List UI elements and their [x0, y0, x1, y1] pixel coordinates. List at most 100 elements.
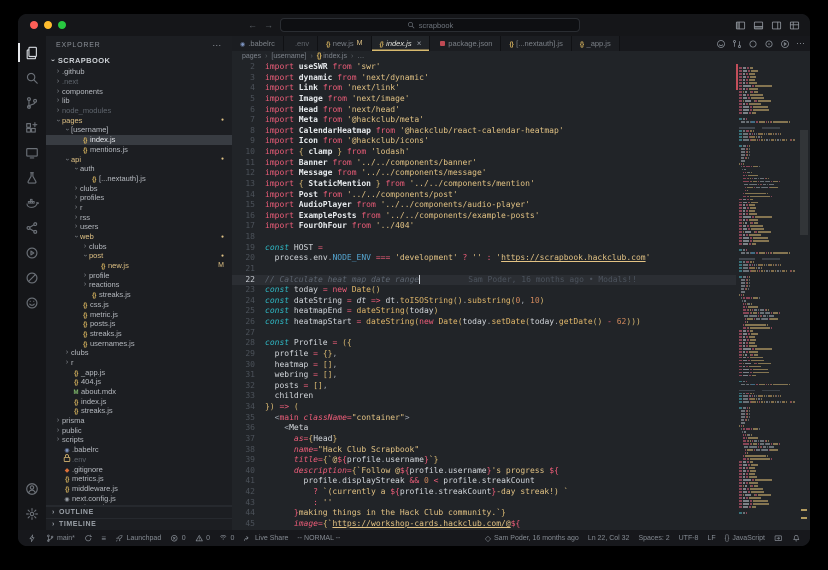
code-line[interactable]: 36 <Meta	[232, 423, 736, 434]
tree-item-api[interactable]: ›api●	[46, 154, 232, 164]
tree-item--gitignore[interactable]: ◆.gitignore	[46, 464, 232, 474]
tree-item-r[interactable]: ›r	[46, 203, 232, 213]
tab-new-js[interactable]: {}new.jsM	[318, 36, 371, 51]
code-line[interactable]: 26const heatmapStart = dateString(new Da…	[232, 317, 736, 328]
code-line[interactable]: 32 posts = [],	[232, 381, 736, 392]
compare-changes-icon[interactable]	[732, 39, 742, 49]
code-line[interactable]: 13import { StaticMention } from '../../c…	[232, 179, 736, 190]
code-line[interactable]: 43 : ''	[232, 498, 736, 509]
tree-item--env[interactable]: .env	[46, 455, 232, 465]
tab--app-js[interactable]: {}_app.js	[572, 36, 620, 51]
activity-remote-explorer[interactable]	[18, 140, 46, 165]
tree-item-profile[interactable]: ›profile	[46, 270, 232, 280]
breadcrumb-item[interactable]: [username]	[271, 53, 306, 60]
code-line[interactable]: 4import Link from 'next/link'	[232, 83, 736, 94]
tree-item-middleware-js[interactable]: {}middleware.js	[46, 484, 232, 494]
activity-record[interactable]	[18, 265, 46, 290]
tree-item-clubs[interactable]: ›clubs	[46, 348, 232, 358]
tree-item-rss[interactable]: ›rss	[46, 212, 232, 222]
tree-item-clubs[interactable]: ›clubs	[46, 241, 232, 251]
tree-item-profiles[interactable]: ›profiles	[46, 193, 232, 203]
tree-item-web[interactable]: ›web●	[46, 232, 232, 242]
status-blame[interactable]: ◇Sam Poder, 16 months ago	[485, 534, 579, 543]
breadcrumb-item[interactable]: …	[357, 53, 364, 60]
tree-item-mentions-js[interactable]: {}mentions.js	[46, 145, 232, 155]
status-vim-mode[interactable]: -- NORMAL --	[297, 535, 340, 542]
activity-source-control[interactable]	[18, 90, 46, 115]
code-line[interactable]: 8import CalendarHeatmap from '@hackclub/…	[232, 126, 736, 137]
tree-root[interactable]: › SCRAPBOOK	[46, 54, 232, 67]
tree-item-public[interactable]: ›public	[46, 425, 232, 435]
tab-index-js[interactable]: {}index.js×	[372, 36, 431, 51]
code-line[interactable]: 27	[232, 328, 736, 339]
code-line[interactable]: 20 process.env.NODE_ENV === 'development…	[232, 253, 736, 264]
code-line[interactable]: 17import FourOhFour from '../404'	[232, 221, 736, 232]
status-ports[interactable]: 0	[219, 534, 234, 543]
close-window-button[interactable]	[30, 21, 38, 29]
tree-item--app-js[interactable]: {}_app.js	[46, 367, 232, 377]
tree-item-index-js[interactable]: {}index.js	[46, 135, 232, 145]
status-warnings[interactable]: 0	[195, 534, 210, 543]
run-code-icon[interactable]	[780, 39, 790, 49]
tab--env[interactable]: .env	[284, 36, 318, 51]
tab-package-json[interactable]: package.json	[430, 36, 501, 51]
status-git-branch[interactable]: main*	[46, 534, 75, 543]
code-line[interactable]: 16import ExamplePosts from '../../compon…	[232, 211, 736, 222]
code-line[interactable]: 44 }making things in the Hack Club commu…	[232, 508, 736, 519]
activity-search[interactable]	[18, 65, 46, 90]
tree-item-new-js[interactable]: {}new.jsM	[46, 261, 232, 271]
back-icon[interactable]: ←	[248, 21, 257, 30]
code-line[interactable]: 14import Post from '../../components/pos…	[232, 190, 736, 201]
code-line[interactable]: 10import { clamp } from 'lodash'	[232, 147, 736, 158]
tree-item--next[interactable]: ›.next	[46, 77, 232, 87]
activity-account[interactable]	[18, 476, 46, 501]
activity-explorer[interactable]	[18, 40, 46, 65]
section-outline[interactable]: ›OUTLINE	[46, 506, 232, 518]
tree-item-about-mdx[interactable]: Mabout.mdx	[46, 387, 232, 397]
code-line[interactable]: 7import Meta from '@hackclub/meta'	[232, 115, 736, 126]
status-errors[interactable]: 0	[170, 534, 185, 543]
tree-item--nextauth-js[interactable]: {}[...nextauth].js	[46, 174, 232, 184]
breadcrumb-item[interactable]: pages	[242, 53, 261, 60]
activity-live-share[interactable]	[18, 240, 46, 265]
status-encoding[interactable]: UTF-8	[679, 535, 699, 542]
code-line[interactable]: 31 webring = [],	[232, 370, 736, 381]
tree-item-auth[interactable]: ›auth	[46, 164, 232, 174]
activity-extensions[interactable]	[18, 115, 46, 140]
circle-outline-icon[interactable]	[748, 39, 758, 49]
toggle-panel-icon[interactable]	[753, 20, 764, 31]
activity-testing[interactable]	[18, 165, 46, 190]
section-timeline[interactable]: ›TIMELINE	[46, 518, 232, 530]
status-screencast[interactable]	[774, 534, 783, 543]
tree-item-prisma[interactable]: ›prisma	[46, 416, 232, 426]
tab--babelrc[interactable]: ◉.babelrc	[232, 36, 284, 51]
tree-item-usernames-js[interactable]: {}usernames.js	[46, 338, 232, 348]
status-indentation[interactable]: Spaces: 2	[638, 535, 669, 542]
tree-item-streaks-js[interactable]: {}streaks.js	[46, 290, 232, 300]
minimap[interactable]	[736, 62, 798, 530]
code-line[interactable]: 29 profile = {},	[232, 349, 736, 360]
activity-graph[interactable]	[18, 215, 46, 240]
status-eol[interactable]: LF	[707, 535, 715, 542]
code-line[interactable]: 41 profile.displayStreak && 0 < profile.…	[232, 476, 736, 487]
code-line[interactable]: 45 image={`https://workshop-cards.hackcl…	[232, 519, 736, 530]
code-line[interactable]: 34}) => (	[232, 402, 736, 413]
zoom-window-button[interactable]	[58, 21, 66, 29]
tree-item-clubs[interactable]: ›clubs	[46, 183, 232, 193]
tree-item-pages[interactable]: ›pages●	[46, 115, 232, 125]
code-line[interactable]: 38 name="Hack Club Scrapbook"	[232, 445, 736, 456]
tree-item-index-js[interactable]: {}index.js	[46, 396, 232, 406]
more-actions-icon[interactable]: ⋯	[212, 40, 222, 51]
code-line[interactable]: 11import Banner from '../../components/b…	[232, 158, 736, 169]
code-line[interactable]: 6import Head from 'next/head'	[232, 105, 736, 116]
status-sync[interactable]	[84, 534, 93, 543]
activity-feedback[interactable]	[18, 290, 46, 315]
tree-item-posts-js[interactable]: {}posts.js	[46, 319, 232, 329]
code-line[interactable]: 18	[232, 232, 736, 243]
code-lines[interactable]: 2import useSWR from 'swr'3import dynamic…	[232, 62, 736, 530]
scrollbar-thumb[interactable]	[800, 130, 808, 235]
code-line[interactable]: 15import AudioPlayer from '../../compone…	[232, 200, 736, 211]
code-line[interactable]: 19const HOST =	[232, 243, 736, 254]
code-line[interactable]: 39 title={`@${profile.username}`}	[232, 455, 736, 466]
toggle-secondary-sidebar-icon[interactable]	[771, 20, 782, 31]
